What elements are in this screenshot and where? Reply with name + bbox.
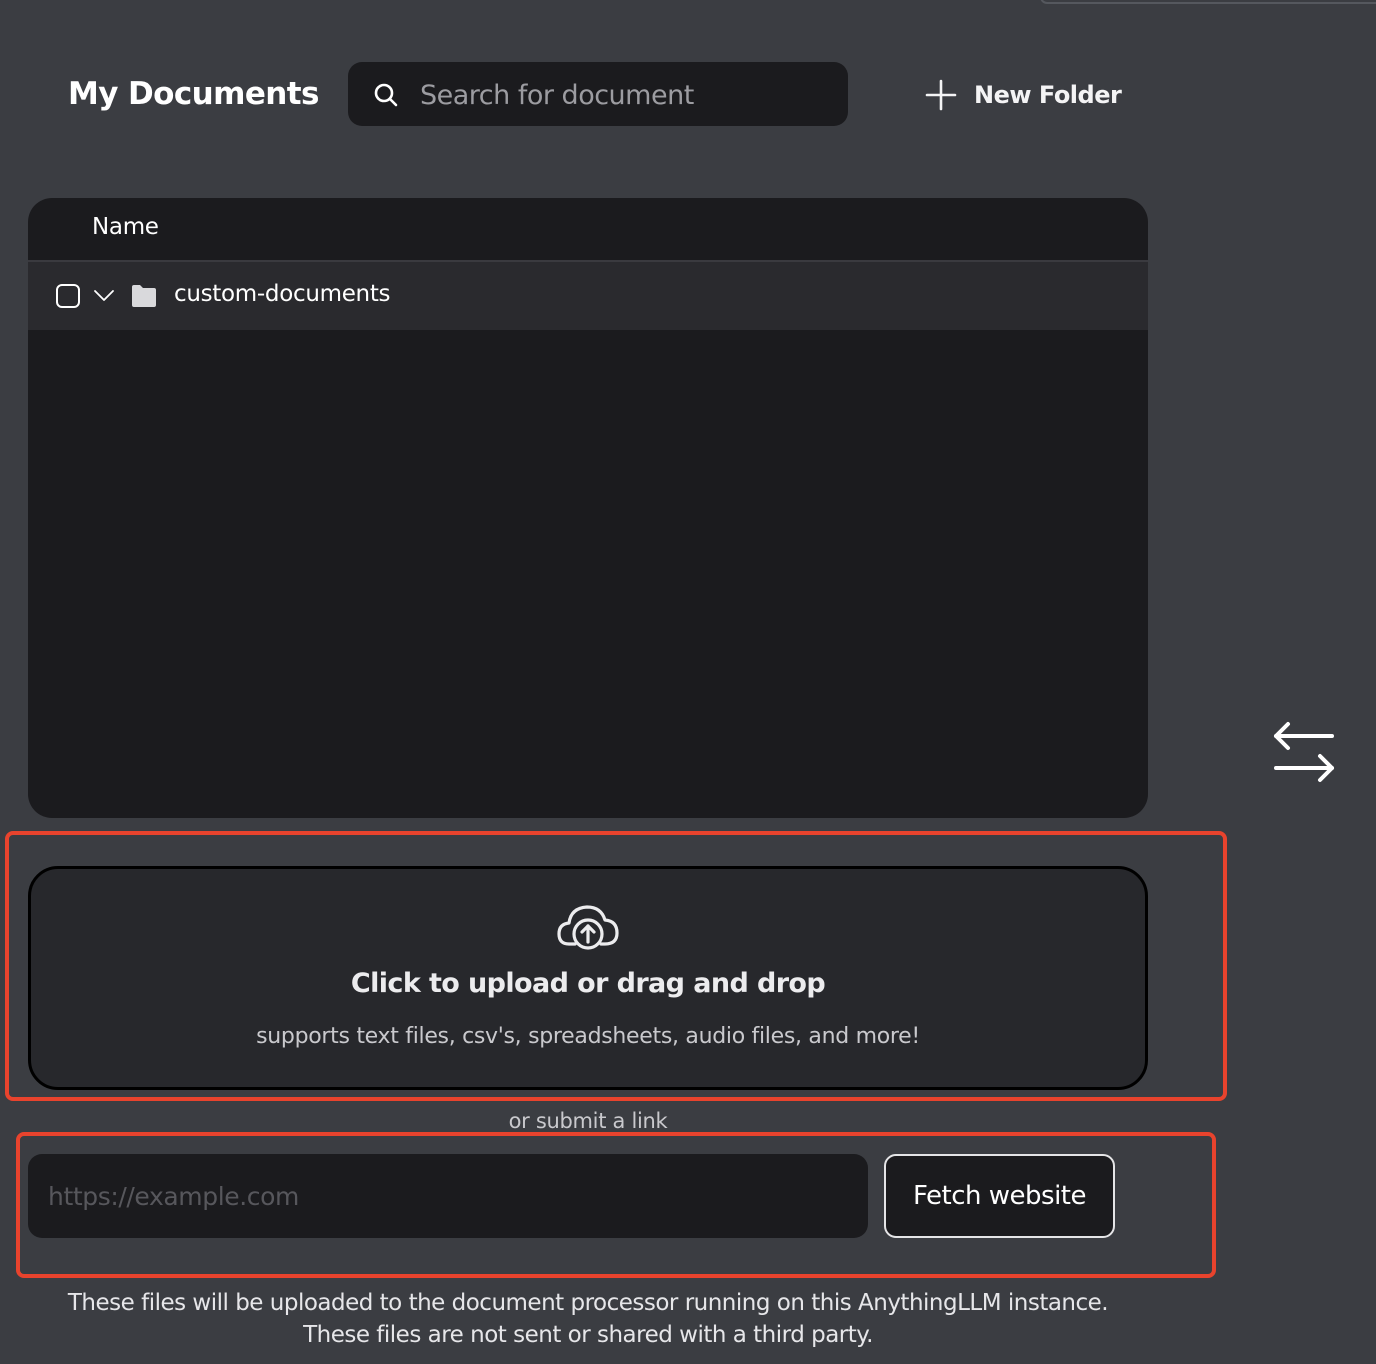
column-header-name[interactable]: Name — [92, 214, 159, 240]
new-folder-label: New Folder — [974, 81, 1122, 109]
search-icon — [374, 83, 398, 107]
folder-row[interactable]: custom-documents — [28, 262, 1148, 330]
new-folder-button[interactable]: New Folder — [922, 74, 1122, 116]
table-header: Name — [28, 198, 1148, 262]
top-panel-edge — [1040, 0, 1376, 4]
footer-line-1: These files will be uploaded to the docu… — [67, 1290, 1109, 1316]
page-title: My Documents — [68, 76, 319, 112]
row-checkbox[interactable] — [56, 284, 80, 308]
footer-note: These files will be uploaded to the docu… — [0, 1287, 1176, 1351]
documents-table: Name custom-documents — [28, 198, 1148, 818]
search-input[interactable] — [420, 70, 830, 120]
highlight-box-link — [16, 1132, 1216, 1278]
folder-icon — [132, 285, 156, 307]
or-submit-link-label: or submit a link — [508, 1109, 668, 1133]
plus-icon — [925, 79, 957, 111]
highlight-box-upload — [5, 831, 1227, 1101]
footer-line-2: These files are not sent or shared with … — [303, 1322, 873, 1348]
arrows-swap-icon[interactable] — [1268, 720, 1340, 786]
folder-name: custom-documents — [174, 281, 391, 307]
chevron-down-icon[interactable] — [92, 284, 116, 308]
